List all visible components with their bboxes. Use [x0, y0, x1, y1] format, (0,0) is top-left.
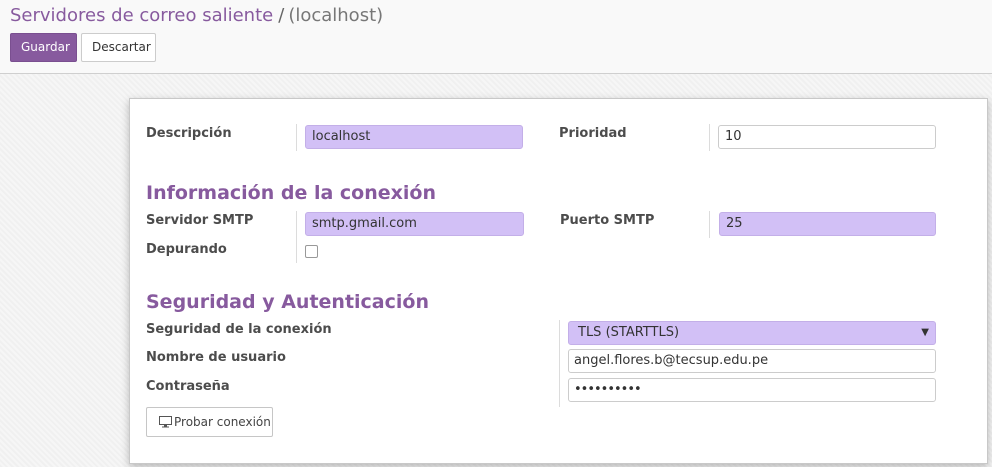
smtp-server-input[interactable]: smtp.gmail.com [305, 212, 524, 236]
priority-label: Prioridad [559, 126, 627, 141]
connection-security-label: Seguridad de la conexión [146, 322, 332, 337]
description-input[interactable]: localhost [305, 125, 523, 149]
caret-down-icon: ▼ [921, 327, 929, 338]
security-section-title: Seguridad y Autenticación [146, 291, 429, 313]
save-button[interactable]: Guardar [10, 33, 77, 62]
test-connection-button[interactable]: Probar conexión [146, 407, 273, 437]
field-divider [559, 320, 560, 407]
username-label: Nombre de usuario [146, 350, 286, 365]
discard-button[interactable]: Descartar [81, 33, 156, 62]
breadcrumb: Servidores de correo saliente / (localhost… [10, 5, 383, 26]
field-divider [296, 211, 297, 263]
username-input[interactable]: angel.flores.b@tecsup.edu.pe [568, 349, 936, 373]
password-label: Contraseña [146, 379, 230, 394]
connection-section-title: Información de la conexión [146, 182, 437, 204]
connection-security-select[interactable]: TLS (STARTTLS) ▼ [568, 321, 936, 345]
test-connection-label: Probar conexión [174, 415, 271, 429]
breadcrumb-current: (localhost) [288, 5, 384, 26]
breadcrumb-separator: / [278, 5, 285, 26]
debugging-checkbox[interactable] [305, 245, 318, 258]
control-panel: Servidores de correo saliente / (localhost… [0, 0, 992, 74]
field-divider [296, 124, 297, 151]
smtp-server-label: Servidor SMTP [146, 213, 254, 228]
field-divider [709, 124, 710, 151]
field-divider [709, 211, 710, 238]
breadcrumb-parent-link[interactable]: Servidores de correo saliente [10, 5, 273, 26]
priority-input[interactable]: 10 [718, 125, 936, 149]
connection-security-value: TLS (STARTTLS) [578, 325, 680, 340]
description-label: Descripción [146, 126, 232, 141]
smtp-port-label: Puerto SMTP [560, 213, 655, 228]
smtp-port-input[interactable]: 25 [719, 212, 936, 236]
monitor-icon [159, 416, 172, 428]
debugging-label: Depurando [146, 242, 227, 257]
password-input[interactable]: •••••••••• [568, 378, 936, 402]
